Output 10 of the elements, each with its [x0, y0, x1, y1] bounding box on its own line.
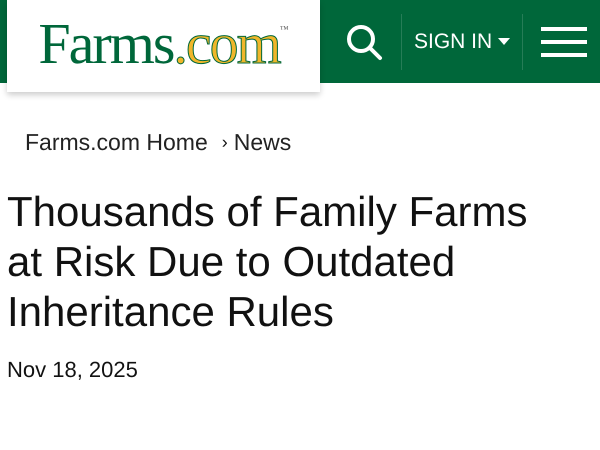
breadcrumb-separator: ›	[222, 132, 228, 152]
search-icon[interactable]	[345, 22, 383, 60]
breadcrumb-link[interactable]: Farms.com Home	[25, 128, 208, 156]
sign-in-button[interactable]: SIGN IN	[412, 30, 512, 54]
breadcrumb-link[interactable]: News	[234, 128, 292, 156]
caret-icon	[498, 38, 510, 45]
menu-icon[interactable]	[541, 26, 588, 56]
article-title: Thousands of Family Farms at Risk Due to Outdated Inheritance Rules	[7, 187, 528, 337]
logo[interactable]: Farms.com$^{™}$	[38, 15, 289, 73]
article-date: Nov 18, 2025	[7, 357, 139, 383]
